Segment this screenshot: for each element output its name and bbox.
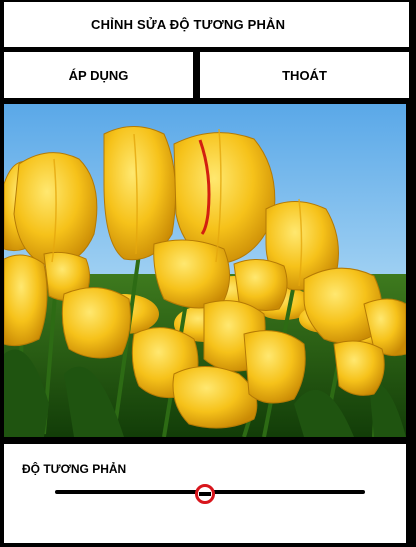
tulip-photo — [4, 104, 406, 437]
photo-preview — [4, 104, 406, 437]
exit-button[interactable]: THOÁT — [200, 52, 409, 98]
contrast-label: ĐỘ TƯƠNG PHẢN — [22, 462, 127, 476]
page-title: CHỈNH SỬA ĐỘ TƯƠNG PHẢN — [91, 17, 286, 32]
slider-thumb[interactable] — [194, 484, 215, 504]
apply-button[interactable]: ÁP DỤNG — [4, 52, 193, 98]
contrast-slider[interactable] — [55, 484, 365, 504]
contrast-panel: ĐỘ TƯƠNG PHẢN — [4, 444, 406, 543]
title-bar: CHỈNH SỬA ĐỘ TƯƠNG PHẢN — [4, 2, 409, 47]
